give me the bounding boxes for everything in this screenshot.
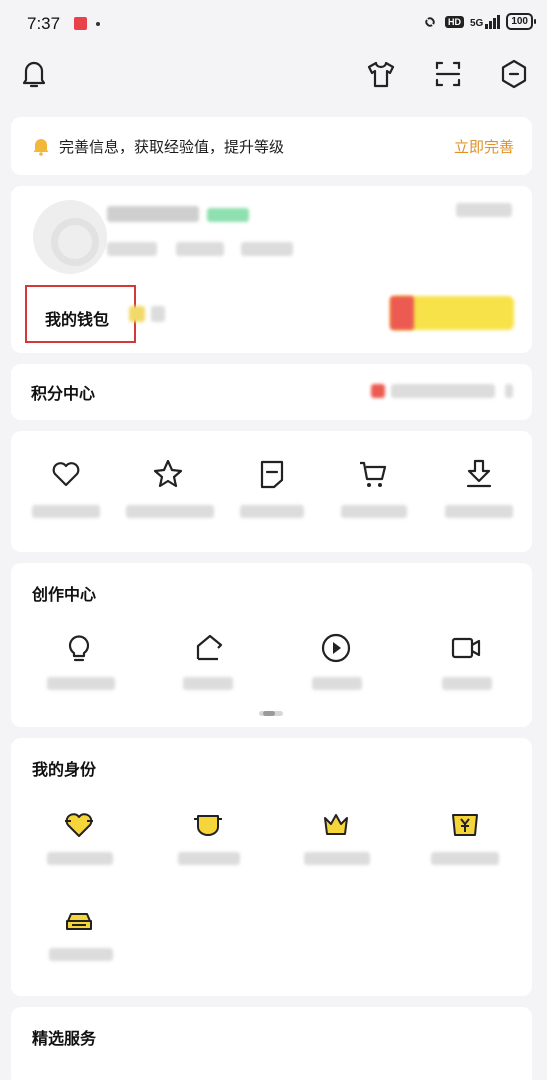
action-label-redacted (240, 505, 304, 518)
complete-now-link[interactable]: 立即完善 (454, 136, 514, 157)
action-label-redacted (445, 505, 513, 518)
quick-actions-card (11, 431, 532, 552)
stat-redacted[interactable] (241, 242, 293, 256)
item-label-redacted (47, 677, 115, 690)
page-indicator (259, 711, 283, 716)
points-center-row[interactable]: 积分中心 (11, 364, 532, 420)
creation-center-title: 创作中心 (32, 585, 97, 604)
points-badge-icon (371, 384, 385, 398)
scan-icon[interactable] (432, 56, 464, 92)
level-badge-redacted (207, 208, 249, 222)
stat-redacted[interactable] (176, 242, 224, 256)
services-title: 精选服务 (32, 1029, 97, 1048)
signal-icon: 5G (469, 14, 501, 29)
identity-card: 我的身份 (11, 738, 532, 996)
identity-label-redacted (49, 948, 113, 961)
services-card: 精选服务 (11, 1007, 532, 1080)
bell-icon[interactable] (18, 56, 50, 92)
identity-label-redacted (431, 852, 499, 865)
top-toolbar (0, 56, 547, 96)
bell-icon (33, 139, 49, 156)
network-label: 5G (469, 17, 484, 29)
notes-action[interactable] (232, 457, 312, 518)
coin-icon (129, 306, 145, 322)
settings-hexagon-icon[interactable] (498, 56, 530, 92)
orders-action[interactable] (333, 457, 413, 518)
identity-label-redacted (178, 852, 240, 865)
play-circle-icon (321, 633, 351, 663)
homepage-link-redacted[interactable] (456, 203, 512, 217)
notification-app-icon (74, 17, 87, 30)
heart-icon (52, 462, 80, 487)
chevron-right-icon (505, 384, 513, 398)
points-center-title: 积分中心 (31, 384, 96, 403)
identity-item[interactable] (296, 808, 376, 865)
banner-text: 完善信息，获取经验值，提升等级 (59, 137, 285, 156)
hd-icon: HD (444, 15, 464, 28)
cart-icon (360, 461, 387, 487)
download-icon (466, 459, 492, 488)
status-time: 7:37 (27, 14, 61, 33)
wallet-highlight-box[interactable]: 我的钱包 (25, 285, 136, 343)
pen-house-icon (196, 634, 223, 661)
promo-icon-redacted (390, 296, 414, 330)
identity-item[interactable] (168, 808, 248, 865)
crown-badge-icon (324, 814, 348, 835)
live-item[interactable] (426, 631, 506, 690)
link-icon (425, 16, 435, 27)
identity-item[interactable] (425, 808, 505, 865)
note-icon (260, 460, 284, 489)
video-camera-icon (451, 637, 481, 659)
write-item[interactable] (169, 631, 249, 690)
wallet-label: 我的钱包 (45, 310, 110, 329)
identity-item[interactable] (39, 808, 119, 865)
inspiration-item[interactable] (39, 631, 119, 690)
item-label-redacted (442, 677, 492, 690)
username-redacted (107, 206, 199, 222)
battery-icon: 100 (506, 13, 536, 30)
status-indicators: HD 5G 100 (421, 13, 536, 30)
notification-dot-icon (96, 22, 100, 26)
identity-title: 我的身份 (32, 760, 97, 779)
status-bar: 7:37 HD 5G 100 (0, 0, 547, 48)
identity-item[interactable] (39, 904, 119, 961)
identity-label-redacted (47, 852, 113, 865)
shield-badge-icon (194, 815, 222, 836)
yen-badge-icon (452, 814, 478, 836)
identity-label-redacted (304, 852, 370, 865)
action-label-redacted (32, 505, 100, 518)
lightbulb-icon (68, 635, 90, 662)
downloads-action[interactable] (439, 457, 519, 518)
starred-action[interactable] (126, 457, 214, 518)
item-label-redacted (312, 677, 362, 690)
tshirt-icon[interactable] (365, 56, 397, 92)
video-item[interactable] (296, 631, 376, 690)
heart-badge-icon (65, 813, 93, 837)
car-badge-icon (66, 913, 92, 930)
favorites-action[interactable] (26, 457, 106, 518)
profile-card: 我的钱包 (11, 186, 532, 353)
action-label-redacted (126, 505, 214, 518)
complete-profile-banner[interactable]: 完善信息，获取经验值，提升等级 立即完善 (11, 117, 532, 175)
balance-redacted (151, 306, 165, 322)
action-label-redacted (341, 505, 407, 518)
star-icon (153, 459, 183, 488)
stat-redacted[interactable] (107, 242, 157, 256)
creation-center-card: 创作中心 (11, 563, 532, 727)
item-label-redacted (183, 677, 233, 690)
points-info-redacted (391, 384, 495, 398)
avatar[interactable] (33, 200, 107, 274)
